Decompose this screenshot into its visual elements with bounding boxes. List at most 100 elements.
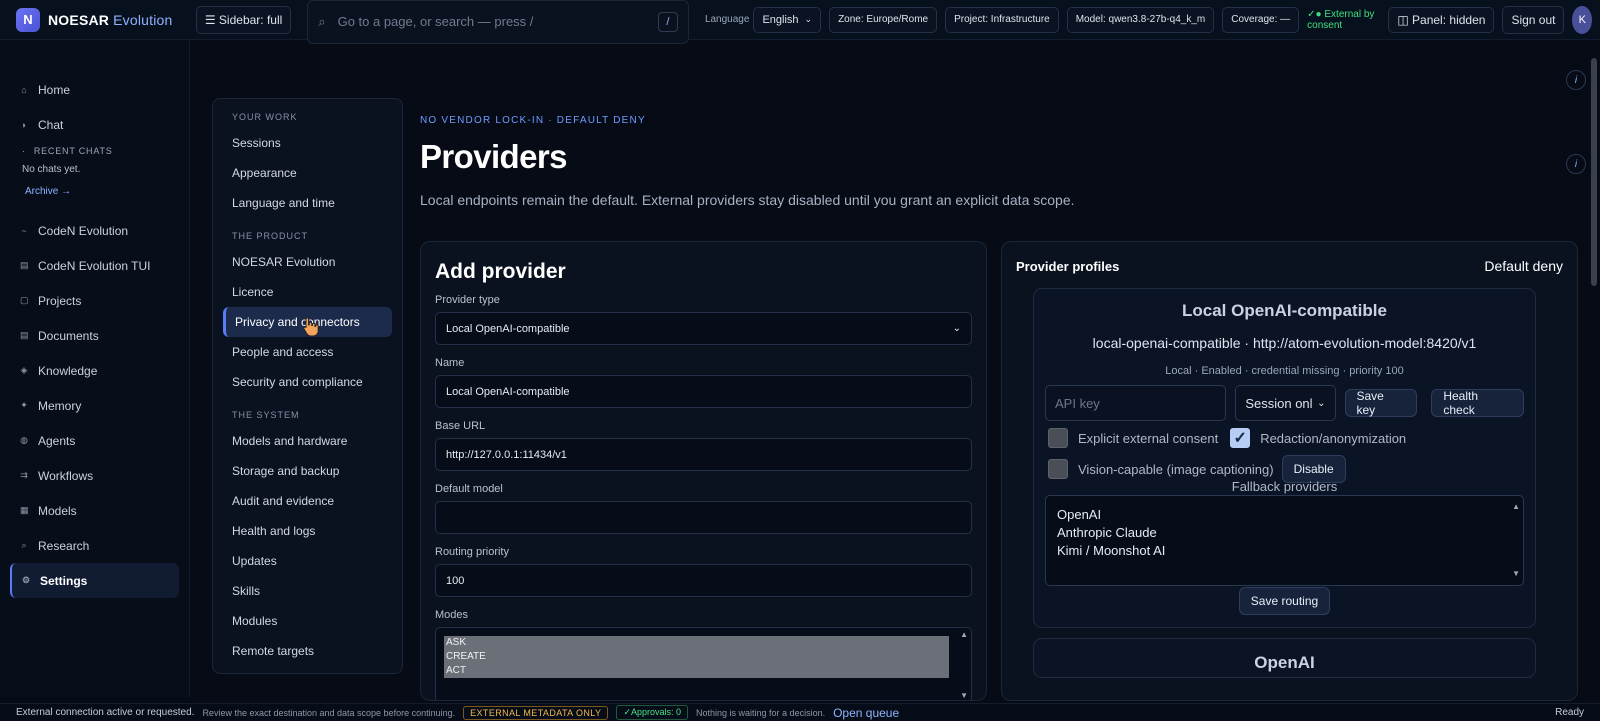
scroll-up-icon[interactable]: ▲ bbox=[1512, 498, 1520, 516]
mode-option[interactable]: CREATE bbox=[444, 650, 949, 664]
save-routing-button[interactable]: Save routing bbox=[1238, 587, 1331, 615]
sidebar-item-chat[interactable]: ◗ Chat bbox=[0, 107, 189, 142]
recent-chats-empty: No chats yet. bbox=[22, 164, 81, 175]
sidebar-toggle-button[interactable]: ☰ Sidebar: full bbox=[195, 5, 292, 34]
grid-icon: ▦ bbox=[20, 505, 29, 515]
settings-item-models-and-hardware[interactable]: Models and hardware bbox=[223, 426, 392, 456]
settings-group-heading: YOUR WORK bbox=[232, 112, 298, 122]
settings-item-noesar-evolution[interactable]: NOESAR Evolution bbox=[223, 247, 392, 277]
mode-option[interactable]: ASK bbox=[444, 636, 949, 650]
sidebar-item-home[interactable]: ⌂ Home bbox=[0, 72, 189, 107]
settings-item-licence[interactable]: Licence bbox=[223, 277, 392, 307]
sidebar-item-knowledge[interactable]: ◈ Knowledge bbox=[0, 353, 189, 388]
sidebar-item-coden-evolution[interactable]: ~ CodeN Evolution bbox=[0, 213, 189, 248]
search-icon: ⌕ bbox=[318, 13, 326, 29]
settings-item-remote-targets[interactable]: Remote targets bbox=[223, 636, 392, 666]
settings-item-security-and-compliance[interactable]: Security and compliance bbox=[223, 367, 392, 397]
workflow-icon: ⇉ bbox=[20, 470, 28, 480]
sidebar-item-label: Models bbox=[38, 503, 77, 518]
api-key-input[interactable]: API key bbox=[1045, 385, 1227, 421]
modes-label: Modes bbox=[435, 609, 469, 621]
provider-profiles-card: Provider profiles Default deny Local Ope… bbox=[1001, 241, 1578, 701]
default-model-input[interactable] bbox=[435, 501, 972, 534]
settings-item-health-and-logs[interactable]: Health and logs bbox=[223, 516, 392, 546]
status-bar: External connection active or requested.… bbox=[0, 703, 1600, 721]
sidebar-item-label: Research bbox=[38, 538, 90, 553]
info-icon[interactable]: i bbox=[1566, 154, 1586, 174]
sidebar-item-research[interactable]: ⌕ Research bbox=[0, 528, 189, 563]
sidebar-item-projects[interactable]: ▢ Projects bbox=[0, 283, 189, 318]
sidebar-item-label: Chat bbox=[38, 117, 64, 132]
project-chip[interactable]: Project: Infrastructure bbox=[945, 6, 1059, 33]
settings-item-audit-and-evidence[interactable]: Audit and evidence bbox=[223, 486, 392, 516]
explicit-consent-checkbox[interactable] bbox=[1048, 428, 1068, 448]
name-input[interactable]: Local OpenAI-compatible bbox=[435, 375, 972, 408]
session-scope-select[interactable]: Session onl ⌄ bbox=[1235, 385, 1336, 421]
save-key-button[interactable]: Save key bbox=[1344, 389, 1418, 417]
search-placeholder: Go to a page, or search — press / bbox=[337, 14, 534, 29]
main-content: i i NO VENDOR LOCK-IN · DEFAULT DENY Pro… bbox=[420, 40, 1590, 701]
page-scrollbar[interactable] bbox=[1591, 58, 1597, 286]
sidebar-item-models[interactable]: ▦ Models bbox=[0, 493, 189, 528]
routing-priority-input[interactable]: 100 bbox=[435, 564, 972, 597]
sidebar-item-label: Knowledge bbox=[38, 363, 98, 378]
open-queue-link[interactable]: Open queue bbox=[833, 706, 899, 720]
sidebar-item-coden-evolution-tui[interactable]: ▤ CodeN Evolution TUI bbox=[0, 248, 189, 283]
settings-item-skills[interactable]: Skills bbox=[223, 576, 392, 606]
default-deny-label: Default deny bbox=[1484, 258, 1563, 274]
sign-out-button[interactable]: Sign out bbox=[1502, 5, 1565, 34]
sidebar-item-label: Home bbox=[38, 82, 71, 97]
settings-item-modules[interactable]: Modules bbox=[223, 606, 392, 636]
sidebar-item-memory[interactable]: ✦ Memory bbox=[0, 388, 189, 423]
avatar[interactable]: K bbox=[1572, 5, 1592, 34]
settings-item-sessions[interactable]: Sessions bbox=[223, 128, 392, 158]
settings-item-appearance[interactable]: Appearance bbox=[223, 158, 392, 188]
recent-chats-label: RECENT CHATS bbox=[33, 146, 113, 156]
sidebar-item-workflows[interactable]: ⇉ Workflows bbox=[0, 458, 189, 493]
scroll-up-icon[interactable]: ▲ bbox=[960, 630, 968, 639]
archive-link[interactable]: Archive → bbox=[0, 186, 189, 197]
coverage-chip[interactable]: Coverage: — bbox=[1222, 6, 1300, 33]
settings-item-people-and-access[interactable]: People and access bbox=[223, 337, 392, 367]
base-url-input[interactable]: http://127.0.0.1:11434/v1 bbox=[435, 438, 972, 471]
chevron-down-icon: ⌄ bbox=[1317, 397, 1326, 409]
health-check-button[interactable]: Health check bbox=[1431, 389, 1524, 417]
settings-item-updates[interactable]: Updates bbox=[223, 546, 392, 576]
provider-profile-local: Local OpenAI-compatible local-openai-com… bbox=[1033, 288, 1536, 628]
fallback-provider[interactable]: Anthropic Claude bbox=[1057, 524, 1512, 542]
redaction-label: Redaction/anonymization bbox=[1260, 430, 1407, 446]
brand[interactable]: N NOESAR Evolution bbox=[16, 7, 196, 32]
home-icon: ⌂ bbox=[21, 84, 27, 95]
profile-meta: Local · Enabled · credential missing · p… bbox=[1165, 365, 1404, 377]
base-url-label: Base URL bbox=[435, 420, 486, 432]
sidebar-item-settings[interactable]: ⚙ Settings bbox=[10, 563, 179, 598]
scroll-down-icon[interactable]: ▼ bbox=[960, 691, 968, 700]
wave-icon: ~ bbox=[21, 225, 27, 236]
agent-icon: ◍ bbox=[20, 435, 28, 445]
sidebar-item-label: CodeN Evolution TUI bbox=[38, 258, 151, 273]
panel-toggle-button[interactable]: ◫ Panel: hidden bbox=[1388, 6, 1495, 33]
fallback-provider[interactable]: OpenAI bbox=[1057, 506, 1512, 524]
fallback-providers-list[interactable]: OpenAI Anthropic Claude Kimi / Moonshot … bbox=[1045, 495, 1524, 586]
model-chip[interactable]: Model: qwen3.8-27b-q4_k_m bbox=[1066, 6, 1215, 33]
global-search-input[interactable]: ⌕ Go to a page, or search — press / / bbox=[307, 0, 689, 44]
modes-multiselect[interactable]: ASK CREATE ACT ▲ ▼ bbox=[435, 627, 972, 700]
chevron-down-icon: ⌄ bbox=[952, 323, 961, 334]
external-consent-status: ✓● External by consent bbox=[1307, 8, 1375, 31]
fallback-provider[interactable]: Kimi / Moonshot AI bbox=[1057, 542, 1512, 560]
top-bar: N NOESAR Evolution ☰ Sidebar: full ⌕ Go t… bbox=[0, 0, 1600, 44]
mode-option[interactable]: ACT bbox=[444, 664, 949, 678]
vision-capable-checkbox[interactable] bbox=[1048, 459, 1068, 479]
app-name: NOESAR Evolution bbox=[48, 12, 173, 28]
language-select[interactable]: English ⌄ bbox=[753, 6, 822, 33]
scroll-down-icon[interactable]: ▼ bbox=[1512, 565, 1520, 583]
redaction-checkbox[interactable]: ✓ bbox=[1230, 428, 1251, 448]
sidebar-item-documents[interactable]: ▤ Documents bbox=[0, 318, 189, 353]
provider-type-select[interactable]: Local OpenAI-compatible ⌄ bbox=[435, 312, 972, 345]
settings-item-language-and-time[interactable]: Language and time bbox=[223, 188, 392, 218]
sidebar-item-label: Settings bbox=[40, 573, 88, 588]
settings-item-storage-and-backup[interactable]: Storage and backup bbox=[223, 456, 392, 486]
zone-chip[interactable]: Zone: Europe/Rome bbox=[829, 6, 938, 33]
info-icon[interactable]: i bbox=[1566, 70, 1586, 90]
sidebar-item-agents[interactable]: ◍ Agents bbox=[0, 423, 189, 458]
